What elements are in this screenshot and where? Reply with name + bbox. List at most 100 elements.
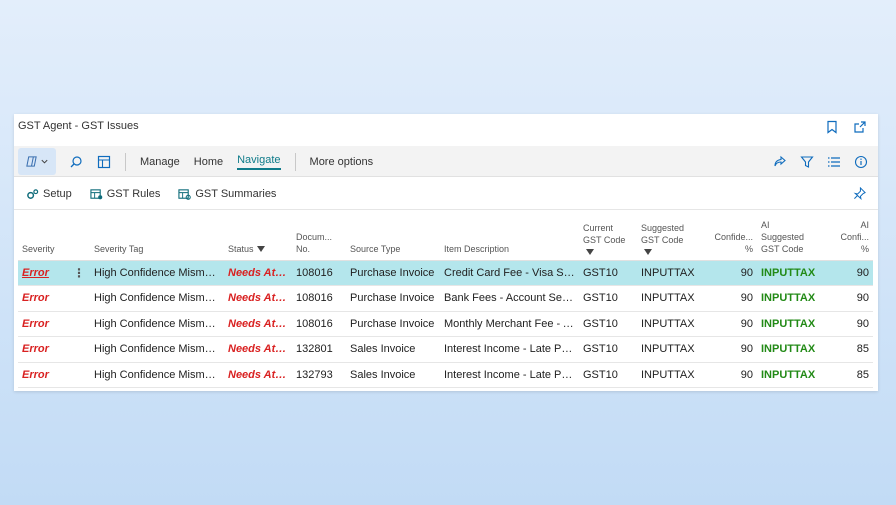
column-header-source-type[interactable]: Source Type [346, 218, 440, 261]
setup-action[interactable]: Setup [26, 188, 72, 201]
column-header-confidence[interactable]: Confide...% [701, 218, 757, 261]
column-header-severity[interactable]: Severity [18, 218, 69, 261]
filter-icon [799, 155, 814, 168]
suggested-gst-cell: INPUTTAX [637, 285, 701, 312]
table-row[interactable]: Error High Confidence Mismatch Needs Att… [18, 285, 873, 312]
ai-confidence-cell: 85 [823, 336, 873, 363]
table-row[interactable]: Error High Confidence Mismatch Needs Att… [18, 311, 873, 337]
ai-suggested-gst-cell: INPUTTAX [757, 260, 823, 286]
share-icon [773, 155, 786, 166]
severity-cell[interactable]: Error [22, 267, 49, 279]
column-header-suggested-gst-code[interactable]: Suggested GST Code [637, 218, 701, 261]
source-type-cell: Sales Invoice [346, 362, 440, 388]
table-row[interactable]: Error High Confidence Mismatch Needs Att… [18, 362, 873, 388]
column-header-severity-tag[interactable]: Severity Tag [90, 218, 224, 261]
gst-issues-window: GST Agent - GST Issues Manage Home Navig… [14, 114, 878, 391]
summary-table-icon [178, 188, 192, 200]
severity-tag-header-label: Severity Tag [94, 243, 144, 254]
ai-suggested-header-line2: Suggested [761, 231, 805, 242]
setup-gears-icon [27, 188, 39, 199]
table-row[interactable]: Error ⋮ High Confidence Mismatch Needs A… [18, 260, 873, 286]
filter-button[interactable] [795, 148, 818, 175]
confidence-cell: 90 [701, 311, 757, 337]
title-bar: GST Agent - GST Issues [14, 114, 878, 144]
list-view-button[interactable] [822, 148, 845, 175]
confidence-header-line1: Confide... [714, 231, 753, 242]
status-cell: Needs Att... [224, 311, 292, 337]
ai-confidence-cell: 90 [823, 260, 873, 286]
menu-manage[interactable]: Manage [133, 146, 187, 177]
edit-in-excel-icon [97, 155, 111, 168]
menu-more-options[interactable]: More options [303, 146, 381, 177]
filter-indicator-icon [644, 248, 652, 255]
title-bar-icons [824, 119, 868, 135]
ai-confidence-header-line1: AI [860, 219, 869, 230]
ai-confidence-header-line2: Confi... [840, 231, 869, 242]
ai-suggested-header-line1: AI [761, 219, 770, 230]
ai-suggested-gst-cell: INPUTTAX [757, 311, 823, 337]
table-row[interactable]: Error High Confidence Mismatch Needs Att… [18, 336, 873, 363]
setup-label: Setup [43, 188, 72, 200]
bookmark-icon[interactable] [824, 119, 840, 135]
column-header-actions [69, 218, 90, 261]
item-description-cell: Bank Fees - Account Servic... [440, 285, 579, 312]
search-button[interactable] [62, 148, 90, 175]
confidence-cell: 90 [701, 362, 757, 388]
share-button[interactable] [768, 148, 791, 175]
document-no-cell: 108016 [292, 285, 346, 312]
confidence-cell: 90 [701, 260, 757, 286]
gst-issues-table: Severity Severity Tag Status Docum... No.… [18, 218, 873, 388]
menu-navigate-label: Navigate [237, 154, 281, 170]
suggested-gst-cell: INPUTTAX [637, 260, 701, 286]
suggested-gst-cell: INPUTTAX [637, 336, 701, 363]
gst-rules-action[interactable]: GST Rules [90, 188, 160, 201]
status-cell: Needs Att... [224, 362, 292, 388]
status-cell: Needs Att... [224, 260, 292, 286]
item-description-cell: Monthly Merchant Fee - A... [440, 311, 579, 337]
status-cell: Needs Att... [224, 336, 292, 363]
search-icon [70, 155, 82, 167]
chevron-down-icon [41, 159, 48, 164]
open-in-new-window-icon[interactable] [852, 119, 868, 135]
pin-icon [853, 186, 866, 201]
ai-suggested-gst-cell: INPUTTAX [757, 336, 823, 363]
info-button[interactable] [849, 148, 872, 175]
copilot-icon [26, 156, 37, 167]
item-description-cell: Interest Income - Late Pay... [440, 362, 579, 388]
copilot-button[interactable] [18, 148, 56, 175]
page-title: GST Agent - GST Issues [18, 120, 139, 132]
severity-header-label: Severity [22, 243, 55, 254]
document-no-header-line1: Docum... [296, 231, 333, 242]
pin-button[interactable] [853, 186, 866, 205]
edit-in-excel-button[interactable] [90, 148, 118, 175]
status-cell: Needs Att... [224, 285, 292, 312]
toolbar-separator [125, 152, 126, 171]
current-gst-cell: GST10 [579, 362, 637, 388]
column-header-ai-confidence[interactable]: AI Confi...% [823, 218, 873, 261]
source-type-header-label: Source Type [350, 243, 401, 254]
column-header-status[interactable]: Status [224, 218, 292, 261]
confidence-cell: 90 [701, 336, 757, 363]
confidence-cell: 90 [701, 285, 757, 312]
current-gst-cell: GST10 [579, 336, 637, 363]
column-header-current-gst-code[interactable]: Current GST Code [579, 218, 637, 261]
menu-navigate[interactable]: Navigate [230, 146, 287, 177]
severity-cell[interactable]: Error [22, 292, 49, 304]
action-bar: Manage Home Navigate More options [14, 146, 878, 177]
ai-suggested-gst-cell: INPUTTAX [757, 285, 823, 312]
navigate-subbar: Setup GST Rules GST Summaries [14, 178, 878, 210]
item-description-cell: Credit Card Fee - Visa Settl... [440, 260, 579, 286]
source-type-cell: Purchase Invoice [346, 260, 440, 286]
severity-cell[interactable]: Error [22, 343, 49, 355]
column-header-item-description[interactable]: Item Description [440, 218, 579, 261]
column-header-ai-suggested-gst-code[interactable]: AI Suggested GST Code [757, 218, 823, 261]
severity-cell[interactable]: Error [22, 318, 49, 330]
document-no-cell: 132801 [292, 336, 346, 363]
menu-home[interactable]: Home [187, 146, 230, 177]
column-header-document-no[interactable]: Docum... No. [292, 218, 346, 261]
ai-confidence-cell: 90 [823, 285, 873, 312]
gst-summaries-action[interactable]: GST Summaries [178, 188, 276, 201]
suggested-gst-header-line2: GST Code [641, 234, 684, 245]
row-actions-icon[interactable]: ⋮ [73, 266, 85, 280]
severity-cell[interactable]: Error [22, 369, 49, 381]
